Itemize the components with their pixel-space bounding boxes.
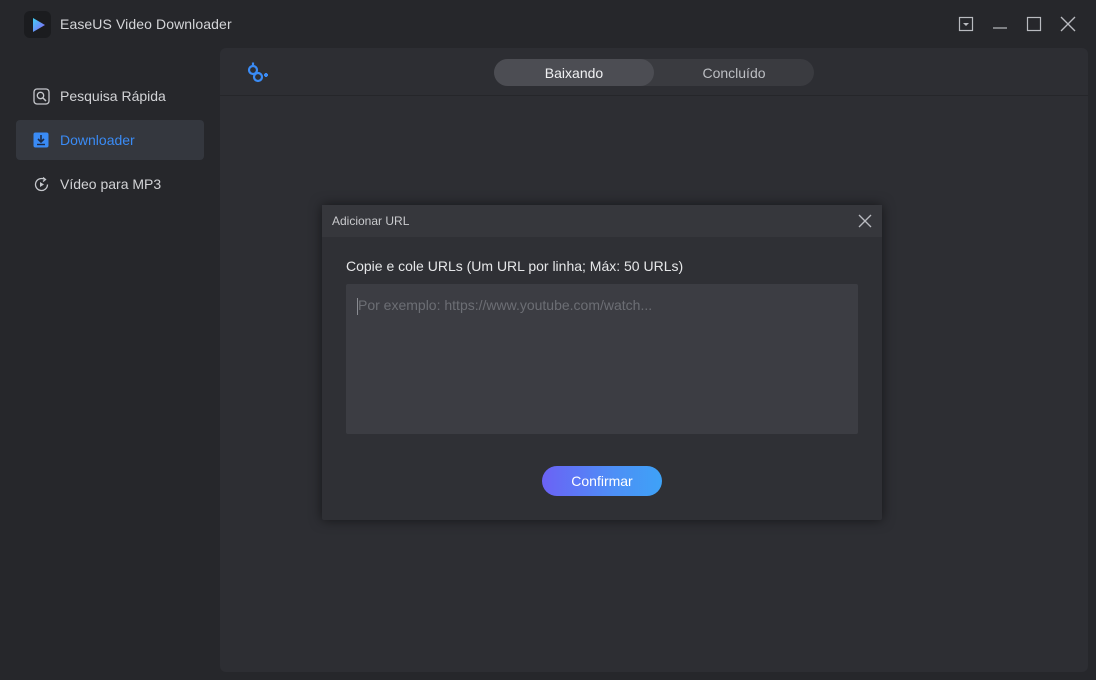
download-tabs: Baixando Concluído — [494, 59, 814, 86]
download-icon — [32, 131, 50, 149]
sidebar-item-video-to-mp3[interactable]: Vídeo para MP3 — [16, 164, 204, 204]
sidebar-item-label: Pesquisa Rápida — [60, 88, 166, 104]
maximize-icon[interactable] — [1022, 12, 1046, 36]
add-link-icon[interactable] — [244, 60, 270, 86]
app-logo — [24, 11, 51, 38]
app-title: EaseUS Video Downloader — [60, 16, 232, 32]
search-icon — [32, 87, 50, 105]
tab-downloading[interactable]: Baixando — [494, 59, 654, 86]
sidebar-item-downloader[interactable]: Downloader — [16, 120, 204, 160]
url-input[interactable] — [346, 284, 858, 434]
url-instruction: Copie e cole URLs (Um URL por linha; Máx… — [346, 258, 684, 274]
text-cursor — [357, 298, 358, 315]
dialog-header: Adicionar URL — [322, 205, 882, 237]
menu-dropdown-icon[interactable] — [954, 12, 978, 36]
dialog-title: Adicionar URL — [332, 214, 410, 228]
minimize-icon[interactable] — [988, 12, 1012, 36]
confirm-button[interactable]: Confirmar — [542, 466, 662, 496]
convert-icon — [32, 175, 50, 193]
sidebar-item-quick-search[interactable]: Pesquisa Rápida — [16, 76, 204, 116]
sidebar-item-label: Vídeo para MP3 — [60, 176, 162, 192]
sidebar-item-label: Downloader — [60, 132, 135, 148]
sidebar: Pesquisa Rápida Downloader Vídeo para MP… — [0, 48, 220, 680]
title-bar: EaseUS Video Downloader — [0, 0, 1096, 48]
dialog-close-icon[interactable] — [856, 212, 874, 230]
tab-completed[interactable]: Concluído — [654, 59, 814, 86]
main-header: Baixando Concluído — [220, 48, 1088, 96]
add-url-dialog: Adicionar URL Copie e cole URLs (Um URL … — [322, 205, 882, 520]
close-icon[interactable] — [1056, 12, 1080, 36]
